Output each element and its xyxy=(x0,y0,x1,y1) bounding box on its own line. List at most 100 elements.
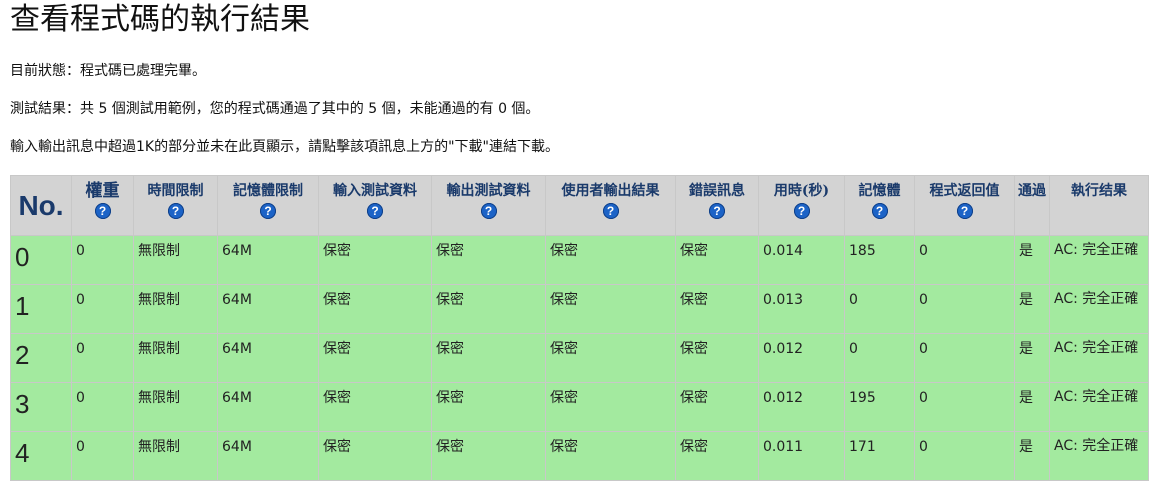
table-row: 3 0 無限制 64M 保密 保密 保密 保密 0.012 195 0 是 AC… xyxy=(10,382,1149,432)
cell-user-output: 保密 xyxy=(545,235,676,285)
header-user-output-label: 使用者輸出結果 xyxy=(561,183,660,199)
help-icon[interactable]: ? xyxy=(793,203,810,219)
header-user-output: 使用者輸出結果 ? xyxy=(545,175,676,236)
cell-output-data: 保密 xyxy=(431,235,546,285)
cell-input-data: 保密 xyxy=(318,382,432,432)
cell-output-data: 保密 xyxy=(431,333,546,383)
cell-result: AC: 完全正確 xyxy=(1049,284,1149,334)
cell-error-message: 保密 xyxy=(675,382,759,432)
header-time-used: 用時(秒) ? xyxy=(758,175,845,236)
cell-input-data: 保密 xyxy=(318,235,432,285)
header-output-data-label: 輸出測試資料 xyxy=(446,183,531,199)
cell-memory-limit: 64M xyxy=(217,284,319,334)
header-output-data: 輸出測試資料 ? xyxy=(431,175,546,236)
cell-memory: 0 xyxy=(844,284,915,334)
help-icon[interactable]: ? xyxy=(956,203,973,219)
cell-output-data: 保密 xyxy=(431,431,546,481)
header-error-message: 錯誤訊息 ? xyxy=(675,175,759,236)
help-icon[interactable]: ? xyxy=(871,203,888,219)
cell-error-message: 保密 xyxy=(675,333,759,383)
header-time-limit: 時間限制 ? xyxy=(133,175,218,236)
cell-time-used: 0.014 xyxy=(758,235,845,285)
header-error-message-label: 錯誤訊息 xyxy=(689,183,745,199)
cell-output-data: 保密 xyxy=(431,382,546,432)
cell-passed: 是 xyxy=(1014,431,1050,481)
page: 查看程式碼的執行結果 目前狀態：程式碼已處理完畢。 測試結果：共 5 個測試用範… xyxy=(0,0,1151,481)
cell-time-limit: 無限制 xyxy=(133,235,218,285)
cell-passed: 是 xyxy=(1014,382,1050,432)
header-memory-limit: 記憶體限制 ? xyxy=(217,175,319,236)
cell-no: 3 xyxy=(10,382,72,432)
cell-memory-limit: 64M xyxy=(217,382,319,432)
cell-user-output: 保密 xyxy=(545,284,676,334)
truncation-note: 輸入輸出訊息中超過1K的部分並未在此頁顯示，請點擊該項訊息上方的"下載"連結下載… xyxy=(10,139,559,155)
header-time-used-label: 用時(秒) xyxy=(773,183,830,199)
help-icon[interactable]: ? xyxy=(167,203,184,219)
cell-result: AC: 完全正確 xyxy=(1049,235,1149,285)
header-weight: 權重 ? xyxy=(71,175,134,236)
cell-return-value: 0 xyxy=(914,431,1015,481)
help-icon[interactable]: ? xyxy=(260,203,276,219)
cell-time-limit: 無限制 xyxy=(133,333,218,383)
cell-weight: 0 xyxy=(71,333,134,383)
cell-no: 4 xyxy=(10,431,72,481)
cell-weight: 0 xyxy=(71,382,134,432)
cell-weight: 0 xyxy=(71,431,134,481)
cell-user-output: 保密 xyxy=(545,382,676,432)
cell-passed: 是 xyxy=(1014,235,1050,285)
cell-return-value: 0 xyxy=(914,382,1015,432)
cell-time-limit: 無限制 xyxy=(133,284,218,334)
help-icon[interactable]: ? xyxy=(602,203,619,219)
table-row: 0 0 無限制 64M 保密 保密 保密 保密 0.014 185 0 是 AC… xyxy=(10,235,1149,285)
cell-memory-limit: 64M xyxy=(217,235,319,285)
results-table: No. 權重 ? 時間限制 ? 記憶體限制 ? 輸入測試資料 ? 輸出測試資料 … xyxy=(10,175,1149,481)
cell-input-data: 保密 xyxy=(318,284,432,334)
header-return-value-label: 程式返回值 xyxy=(929,183,1000,199)
header-memory: 記憶體 ? xyxy=(844,175,915,236)
cell-time-used: 0.013 xyxy=(758,284,845,334)
cell-error-message: 保密 xyxy=(675,284,759,334)
cell-time-used: 0.012 xyxy=(758,382,845,432)
cell-memory: 195 xyxy=(844,382,915,432)
cell-memory: 185 xyxy=(844,235,915,285)
header-memory-limit-label: 記憶體限制 xyxy=(233,183,303,199)
header-input-data-label: 輸入測試資料 xyxy=(333,183,417,199)
cell-time-used: 0.012 xyxy=(758,333,845,383)
cell-weight: 0 xyxy=(71,235,134,285)
header-weight-label: 權重 xyxy=(85,181,120,201)
help-icon[interactable]: ? xyxy=(480,203,497,219)
cell-weight: 0 xyxy=(71,284,134,334)
help-icon[interactable]: ? xyxy=(94,203,111,219)
cell-passed: 是 xyxy=(1014,333,1050,383)
header-passed: 通過 xyxy=(1014,175,1050,236)
cell-error-message: 保密 xyxy=(675,431,759,481)
page-title: 查看程式碼的執行結果 xyxy=(10,2,310,37)
cell-memory: 171 xyxy=(844,431,915,481)
cell-no: 1 xyxy=(10,284,72,334)
help-icon[interactable]: ? xyxy=(367,203,383,219)
header-input-data: 輸入測試資料 ? xyxy=(318,175,432,236)
cell-memory: 0 xyxy=(844,333,915,383)
cell-user-output: 保密 xyxy=(545,431,676,481)
header-result: 執行结果 xyxy=(1049,175,1149,236)
header-time-limit-label: 時間限制 xyxy=(147,183,204,199)
cell-time-limit: 無限制 xyxy=(133,431,218,481)
cell-memory-limit: 64M xyxy=(217,333,319,383)
cell-user-output: 保密 xyxy=(545,333,676,383)
cell-return-value: 0 xyxy=(914,235,1015,285)
cell-return-value: 0 xyxy=(914,284,1015,334)
cell-output-data: 保密 xyxy=(431,284,546,334)
result-summary: 測試結果：共 5 個測試用範例，您的程式碼通過了其中的 5 個，未能通過的有 0… xyxy=(10,101,540,117)
cell-return-value: 0 xyxy=(914,333,1015,383)
header-return-value: 程式返回值 ? xyxy=(914,175,1015,236)
cell-time-limit: 無限制 xyxy=(133,382,218,432)
cell-error-message: 保密 xyxy=(675,235,759,285)
cell-result: AC: 完全正確 xyxy=(1049,333,1149,383)
help-icon[interactable]: ? xyxy=(709,203,725,219)
cell-time-used: 0.011 xyxy=(758,431,845,481)
table-header-row: No. 權重 ? 時間限制 ? 記憶體限制 ? 輸入測試資料 ? 輸出測試資料 … xyxy=(10,175,1149,236)
table-row: 2 0 無限制 64M 保密 保密 保密 保密 0.012 0 0 是 AC: … xyxy=(10,333,1149,383)
cell-result: AC: 完全正確 xyxy=(1049,382,1149,432)
table-row: 4 0 無限制 64M 保密 保密 保密 保密 0.011 171 0 是 AC… xyxy=(10,431,1149,481)
cell-input-data: 保密 xyxy=(318,431,432,481)
